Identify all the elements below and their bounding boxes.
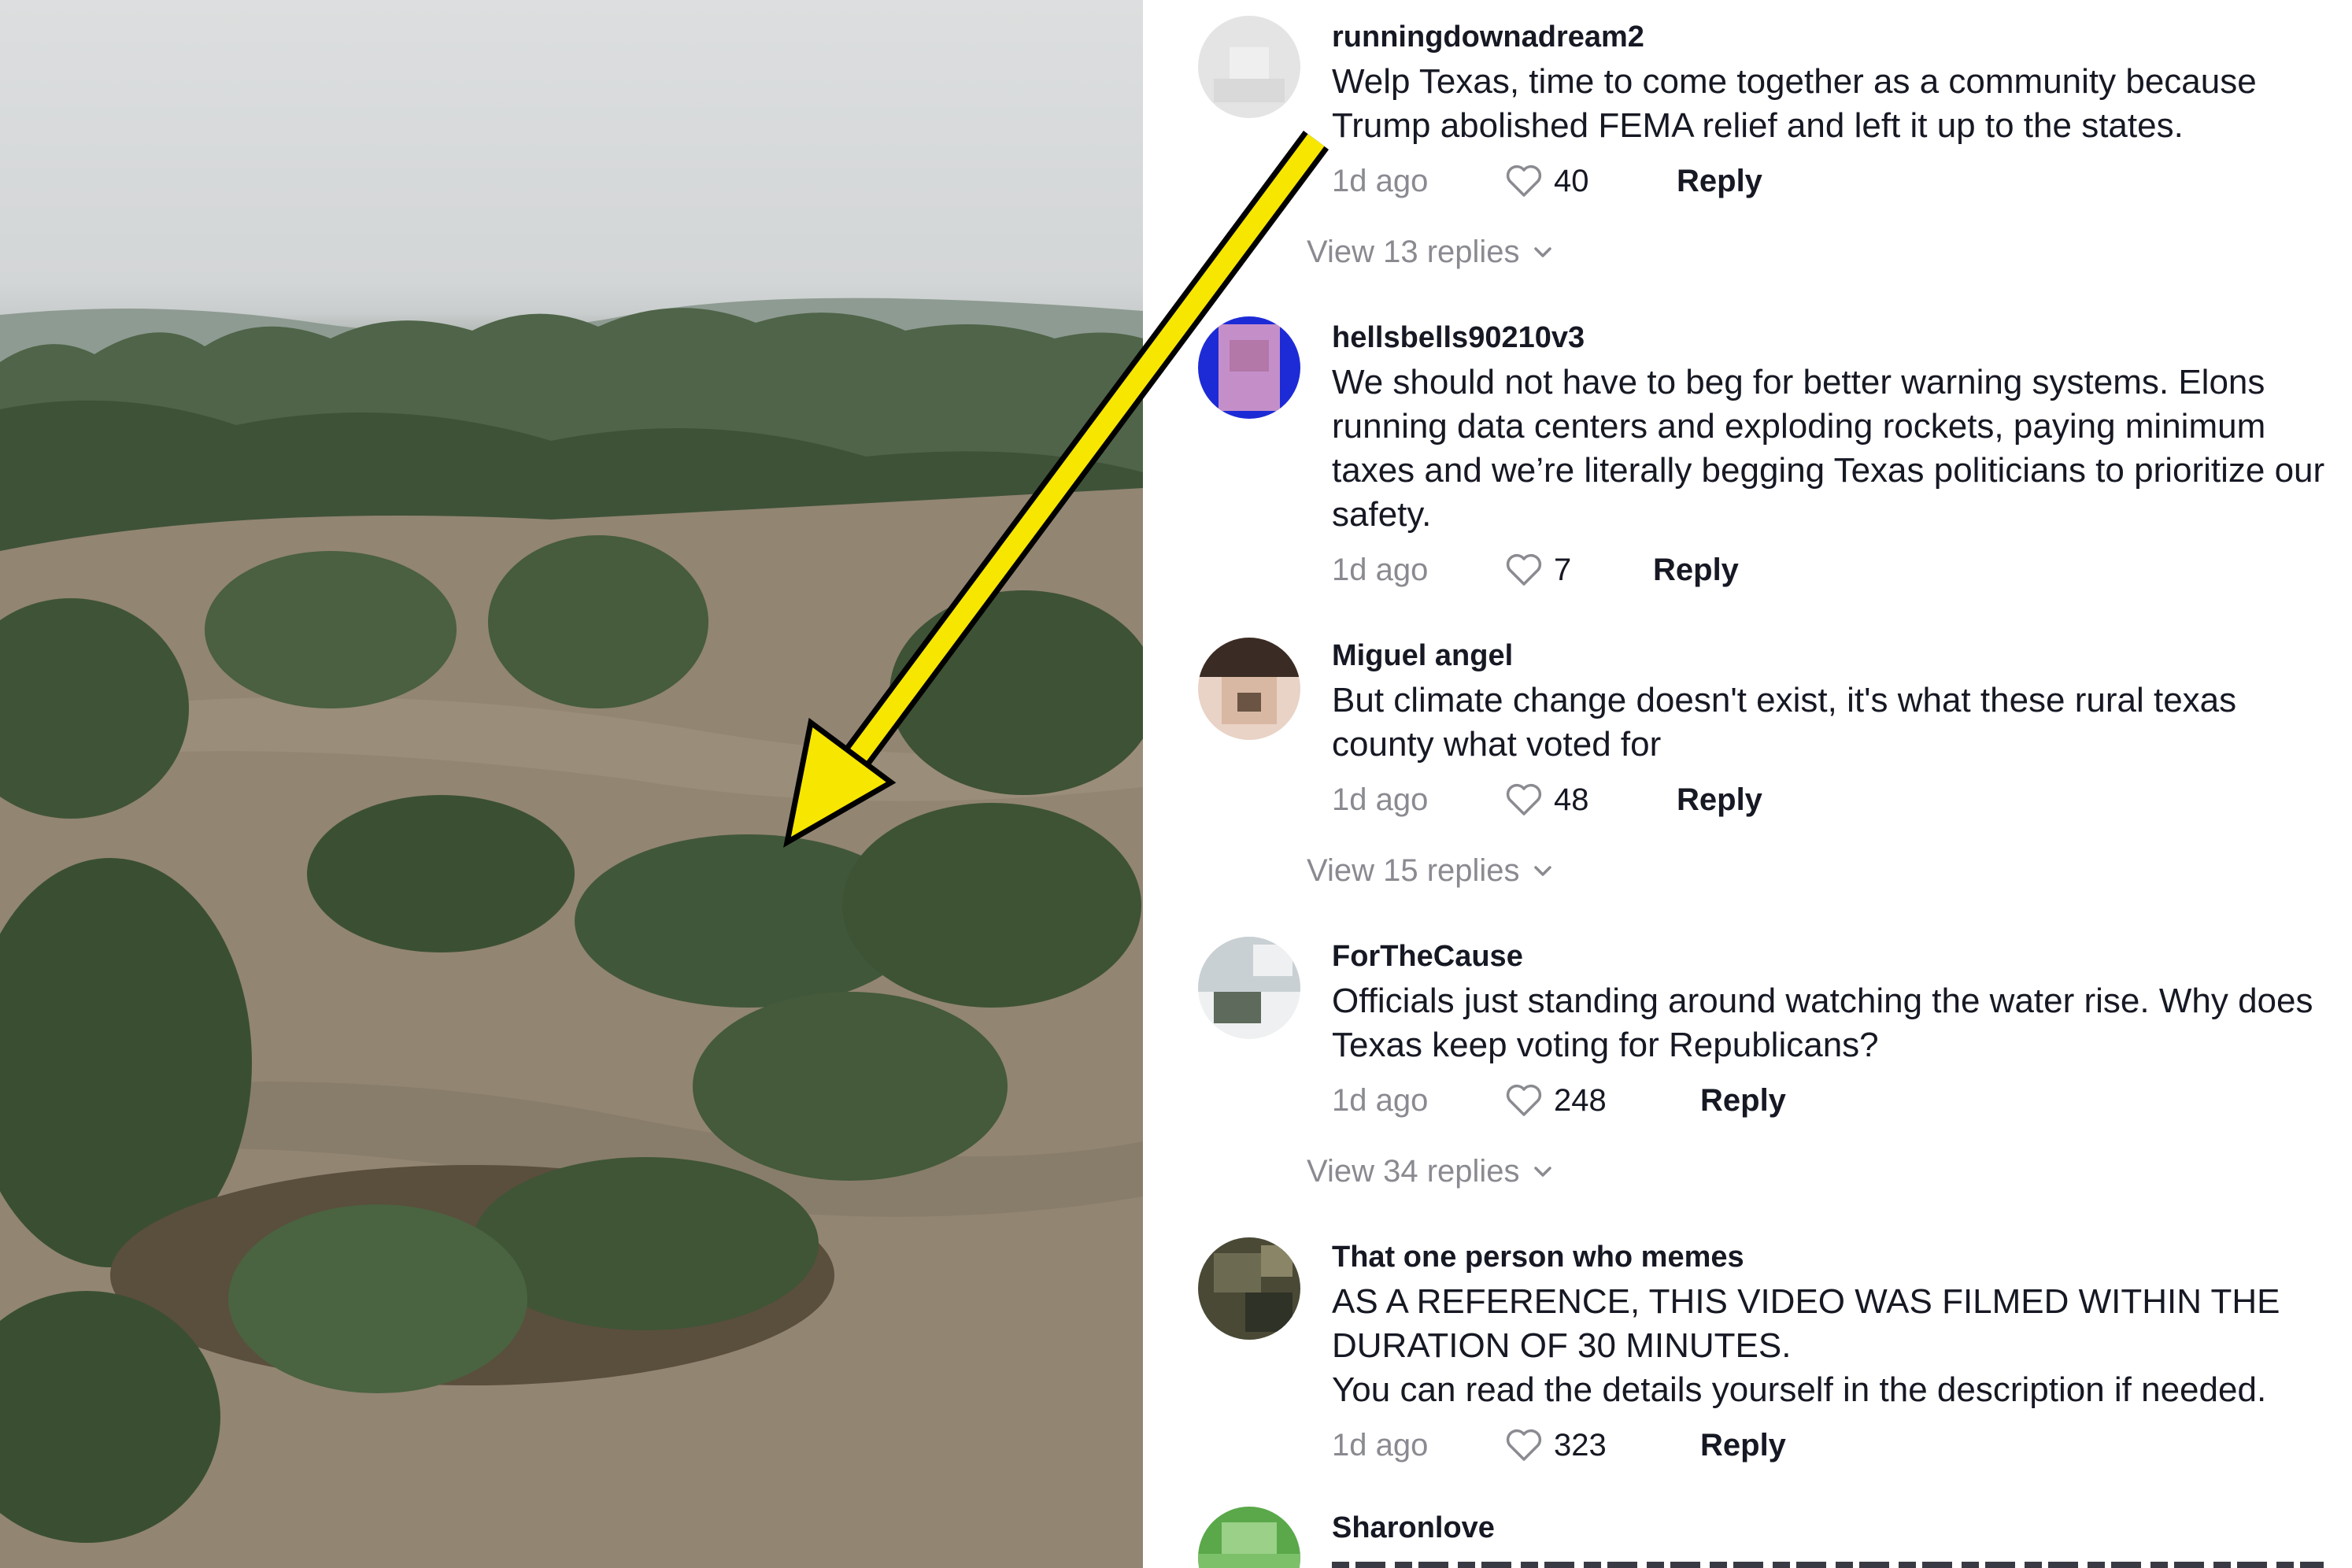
view-replies-button[interactable]: View 13 replies [1307,235,1553,270]
reply-button[interactable]: Reply [1700,1428,1786,1463]
comment-age: 1d ago [1332,782,1429,817]
comment-meta: 1d ago 248 Reply [1332,1078,1786,1122]
chevron-down-icon [1533,865,1551,876]
avatar[interactable] [1198,16,1300,118]
reply-button[interactable]: Reply [1677,164,1762,199]
avatar[interactable] [1198,1237,1300,1340]
comment-text: We should not have to beg for better war… [1332,363,2325,534]
like-button[interactable]: 323 [1505,1428,1633,1463]
view-replies-label: View 34 replies [1307,1154,1520,1189]
comment-meta: 1d ago 7 Reply [1332,548,1739,592]
comment-meta: 1d ago 48 Reply [1332,778,1762,822]
comment-meta: 1d ago 323 Reply [1332,1423,1786,1467]
comment-age: 1d ago [1332,1427,1429,1463]
flooded-river-photo [0,0,1143,1568]
comment-username[interactable]: ForTheCause [1332,940,1523,974]
like-count: 323 [1554,1427,1607,1463]
comment-text: AS A REFERENCE, THIS VIDEO WAS FILMED WI… [1332,1282,2280,1409]
heart-outline-icon [1506,783,1542,815]
avatar[interactable] [1198,638,1300,740]
comment-text: Officials just standing around watching … [1332,982,2313,1064]
flood-scene-illustration [0,298,1143,1568]
view-replies-button[interactable]: View 34 replies [1307,1154,1553,1189]
like-count: 7 [1554,552,1572,587]
comment-age: 1d ago [1332,552,1429,587]
like-button[interactable]: 48 [1505,782,1609,818]
reply-button[interactable]: Reply [1653,553,1739,588]
comment-age: 1d ago [1332,1082,1429,1118]
like-count: 248 [1554,1082,1607,1118]
comment-text: Welp Texas, time to come together as a c… [1332,62,2257,145]
like-button[interactable]: 7 [1505,553,1585,588]
heart-outline-icon [1506,553,1542,586]
avatar[interactable] [1198,937,1300,1039]
heart-outline-icon [1506,1084,1542,1116]
like-button[interactable]: 248 [1505,1083,1633,1119]
avatar[interactable] [1198,316,1300,419]
like-button[interactable]: 40 [1505,164,1609,199]
heart-outline-icon [1506,165,1542,197]
view-replies-button[interactable]: View 15 replies [1307,853,1553,889]
comment-age: 1d ago [1332,163,1429,198]
comment-username[interactable]: hellsbells90210v3 [1332,321,1585,355]
like-count: 40 [1554,163,1589,198]
like-count: 48 [1554,782,1589,817]
reply-button[interactable]: Reply [1700,1083,1786,1119]
reply-button[interactable]: Reply [1677,782,1762,818]
chevron-down-icon [1533,246,1551,257]
chevron-down-icon [1533,1166,1551,1177]
heart-outline-icon [1506,1429,1542,1461]
comment-username[interactable]: That one person who memes [1332,1241,1744,1274]
comment-username[interactable]: runningdownadream2 [1332,20,1644,54]
panel-divider [1143,0,1154,1568]
comment-text: But climate change doesn't exist, it's w… [1332,681,2237,764]
view-replies-label: View 13 replies [1307,235,1520,269]
comment-username[interactable]: Sharonlove [1332,1511,1495,1545]
comment-username[interactable]: Miguel angel [1332,639,1513,673]
comment-meta: 1d ago 40 Reply [1332,159,1762,203]
avatar[interactable] [1198,1507,1300,1568]
comments-panel[interactable]: runningdownadream2 Welp Texas, time to c… [1154,0,2352,1568]
view-replies-label: View 15 replies [1307,853,1520,888]
comment-text-cropped [1332,1557,2339,1568]
